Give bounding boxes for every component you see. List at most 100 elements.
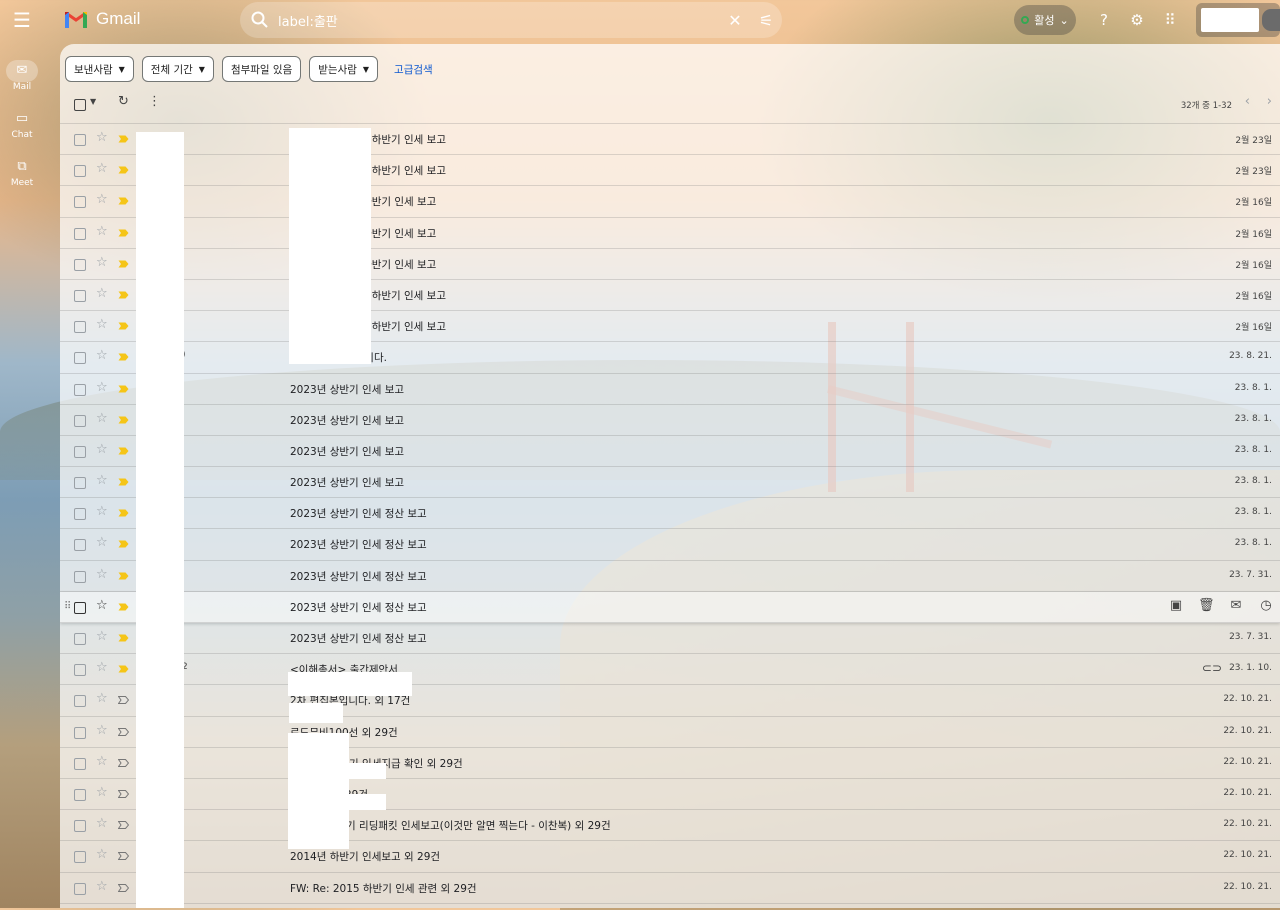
- important-marker-icon[interactable]: [118, 166, 129, 174]
- email-row[interactable]: ☆)인세 지급 안내입니다.23. 8. 21.: [60, 342, 1280, 374]
- row-checkbox[interactable]: [74, 851, 86, 864]
- important-marker-icon[interactable]: [118, 665, 129, 673]
- star-icon[interactable]: ☆: [96, 348, 108, 363]
- important-marker-icon[interactable]: [118, 540, 129, 548]
- star-icon[interactable]: ☆: [96, 255, 108, 270]
- row-checkbox[interactable]: [74, 445, 86, 458]
- not-important-marker-icon[interactable]: [118, 789, 129, 798]
- help-icon[interactable]: ?: [1094, 10, 1114, 30]
- row-checkbox[interactable]: [74, 601, 86, 614]
- row-checkbox[interactable]: [74, 134, 86, 146]
- email-row[interactable]: ☆로드무비100선 외 29건22. 10. 21.: [60, 717, 1280, 748]
- email-row[interactable]: ☆이해총서 2023년 하반기 인세 보고2월 16일: [60, 311, 1280, 343]
- email-row[interactable]: ☆단행본 2023년 하반기 인세 보고2월 16일: [60, 249, 1280, 280]
- important-marker-icon[interactable]: [118, 509, 129, 517]
- row-checkbox[interactable]: [74, 196, 86, 209]
- row-checkbox[interactable]: [74, 289, 86, 302]
- row-checkbox[interactable]: [74, 757, 86, 770]
- chevron-left-icon[interactable]: ‹: [1245, 94, 1250, 109]
- star-icon[interactable]: ☆: [96, 723, 108, 738]
- settings-gear-icon[interactable]: ⚙: [1127, 10, 1147, 30]
- star-icon[interactable]: ☆: [96, 754, 108, 769]
- email-row[interactable]: ☆ 2023년 상반기 인세 보고 23. 8. 1.: [60, 467, 1280, 499]
- email-row[interactable]: ⠿ ☆ 2023년 상반기 인세 정산 보고 ▣ 🗑 ✉ ◷: [60, 591, 1280, 623]
- email-row[interactable]: ☆ 2023년 상반기 인세 정산 보고 23. 8. 1.: [60, 529, 1280, 561]
- important-marker-icon[interactable]: [118, 260, 129, 268]
- search-options-icon[interactable]: ⚟: [750, 11, 782, 30]
- email-row[interactable]: ☆2013년 상반기 인세지급 확인 외 29건22. 10. 21.: [60, 748, 1280, 779]
- email-row[interactable]: ☆ 2023년 상반기 인세 보고 23. 8. 1.: [60, 405, 1280, 436]
- attachment-filter-chip[interactable]: 첨부파일 있음: [221, 56, 302, 82]
- email-row[interactable]: ☆ 2014년 하반기 인세보고 외 29건 22. 10. 21.: [60, 841, 1280, 873]
- row-checkbox[interactable]: [74, 788, 86, 801]
- not-important-marker-icon[interactable]: [118, 883, 129, 892]
- not-important-marker-icon[interactable]: [118, 727, 129, 736]
- search-bar[interactable]: ✕ ⚟: [240, 2, 782, 38]
- important-marker-icon[interactable]: [118, 416, 129, 424]
- row-checkbox[interactable]: [74, 633, 86, 645]
- important-marker-icon[interactable]: [118, 322, 129, 330]
- row-checkbox[interactable]: [74, 882, 86, 895]
- row-checkbox[interactable]: [74, 165, 86, 178]
- account-button[interactable]: [1196, 3, 1280, 37]
- not-important-marker-icon[interactable]: [118, 821, 129, 830]
- attachment-icon[interactable]: ⊂⊃: [1202, 661, 1222, 675]
- star-icon[interactable]: ☆: [96, 380, 108, 395]
- row-checkbox[interactable]: [74, 383, 86, 396]
- important-marker-icon[interactable]: [118, 229, 129, 237]
- email-row[interactable]: ☆리딩패킷 2023년 하반기 인세 보고2월 23일: [60, 155, 1280, 187]
- not-important-marker-icon[interactable]: [118, 852, 129, 861]
- email-row[interactable]: ☆ 2014년 1학기 리딩패킷 인세보고(이것만 알면 찍는다 - 이찬복) 외…: [60, 810, 1280, 842]
- rail-item-chat[interactable]: ▭ Chat: [0, 108, 44, 140]
- snooze-icon[interactable]: ◷: [1258, 598, 1274, 613]
- main-menu-button[interactable]: ☰: [10, 8, 34, 32]
- refresh-icon[interactable]: ↻: [118, 94, 129, 109]
- email-row[interactable]: ☆ 2023년 상반기 인세 정산 보고 23. 8. 1.: [60, 498, 1280, 530]
- important-marker-icon[interactable]: [118, 478, 129, 486]
- search-input[interactable]: [276, 11, 720, 29]
- star-icon[interactable]: ☆: [96, 816, 108, 831]
- mark-unread-icon[interactable]: ✉: [1228, 598, 1244, 613]
- row-checkbox[interactable]: [74, 477, 86, 490]
- important-marker-icon[interactable]: [118, 197, 129, 205]
- email-row[interactable]: ☆ 2023년 상반기 인세 보고 23. 8. 1.: [60, 374, 1280, 405]
- important-marker-icon[interactable]: [118, 135, 129, 143]
- archive-icon[interactable]: ▣: [1168, 598, 1184, 613]
- row-checkbox[interactable]: [74, 508, 86, 521]
- star-icon[interactable]: ☆: [96, 317, 108, 332]
- important-marker-icon[interactable]: [118, 603, 129, 611]
- star-icon[interactable]: ☆: [96, 847, 108, 862]
- star-icon[interactable]: ☆: [96, 785, 108, 800]
- star-icon[interactable]: ☆: [96, 535, 108, 550]
- apps-grid-icon[interactable]: ⠿: [1160, 10, 1180, 30]
- not-important-marker-icon[interactable]: [118, 758, 129, 767]
- email-row[interactable]: ☆이해총서 2023년 하반기 인세 보고2월 16일: [60, 280, 1280, 312]
- more-options-icon[interactable]: ⋮: [148, 94, 161, 109]
- date-filter-chip[interactable]: 전체 기간 ▼: [141, 56, 214, 82]
- rail-item-meet[interactable]: ⧉ Meet: [0, 156, 44, 188]
- star-icon[interactable]: ☆: [96, 442, 108, 457]
- email-row[interactable]: ☆인세보고 외 29건22. 10. 21.: [60, 779, 1280, 811]
- rail-item-mail[interactable]: ✉ Mail: [0, 60, 44, 92]
- row-checkbox[interactable]: [74, 227, 86, 240]
- delete-icon[interactable]: 🗑: [1198, 598, 1215, 613]
- star-icon[interactable]: ☆: [96, 598, 108, 613]
- star-icon[interactable]: ☆: [96, 161, 108, 176]
- email-row[interactable]: ☆ FW: Re: 2015 하반기 인세 관련 외 29건 22. 10. 21.: [60, 873, 1280, 904]
- star-icon[interactable]: ☆: [96, 691, 108, 706]
- email-row[interactable]: ☆FW: 2017 인세 보고 외 29건22. 10. 21.: [60, 904, 1280, 908]
- email-row[interactable]: ☆ 2023년 상반기 인세 보고 23. 8. 1.: [60, 436, 1280, 468]
- row-checkbox[interactable]: [74, 321, 86, 334]
- star-icon[interactable]: ☆: [96, 504, 108, 519]
- email-row[interactable]: ☆ 2차 편집본입니다. 외 17건 22. 10. 21.: [60, 685, 1280, 717]
- email-row[interactable]: ☆ 2 <이해총서> 출간제안서 ⊂⊃ 23. 1. 10.: [60, 654, 1280, 686]
- email-row[interactable]: ☆단행본 2023년 하반기 인세 보고2월 16일: [60, 186, 1280, 218]
- select-caret-icon[interactable]: ▼: [90, 97, 96, 106]
- important-marker-icon[interactable]: [118, 291, 129, 299]
- row-checkbox[interactable]: [74, 352, 86, 365]
- to-filter-chip[interactable]: 받는사람 ▼: [309, 56, 379, 82]
- important-marker-icon[interactable]: [118, 353, 129, 361]
- email-row[interactable]: ☆단행본 2023년 하반기 인세 보고2월 16일: [60, 218, 1280, 249]
- important-marker-icon[interactable]: [118, 385, 129, 393]
- star-icon[interactable]: ☆: [96, 286, 108, 301]
